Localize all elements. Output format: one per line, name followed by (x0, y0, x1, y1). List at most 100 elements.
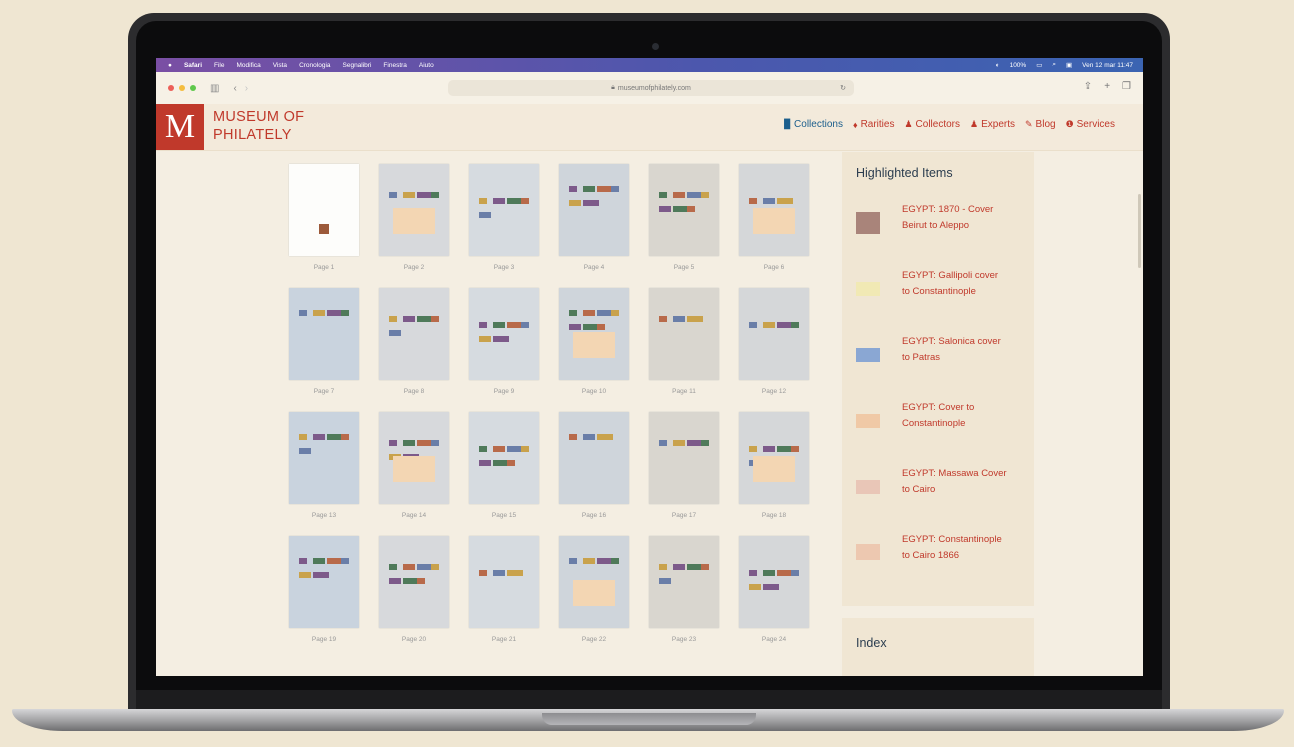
album-page-thumbnail[interactable]: Page 22 (559, 536, 629, 643)
spotlight-icon[interactable]: ⌕ (1052, 61, 1056, 69)
album-page-thumbnail[interactable]: Page 11 (649, 288, 719, 395)
share-icon[interactable]: ⇪ (1084, 81, 1092, 92)
stamp-mark (389, 440, 397, 446)
stamp-mark (701, 192, 709, 198)
menu-item-safari[interactable]: Safari (184, 62, 202, 69)
scrollbar[interactable] (1138, 194, 1141, 268)
nav-collectors[interactable]: ♟ Collectors (904, 119, 960, 130)
stamp-mark (403, 192, 415, 198)
album-page-thumbnail[interactable]: Page 9 (469, 288, 539, 395)
nav-services[interactable]: ❶ Services (1066, 119, 1115, 130)
page-label: Page 5 (673, 264, 695, 271)
page-image (379, 164, 449, 256)
item-thumbnail (856, 480, 880, 494)
nav-experts[interactable]: ♟ Experts (970, 119, 1015, 130)
album-page-thumbnail[interactable]: Page 6 (739, 164, 809, 271)
item-subtitle: to Constantinople (902, 286, 976, 297)
page-label: Page 22 (581, 636, 607, 643)
stamp-mark (673, 440, 685, 446)
highlighted-item[interactable]: EGYPT: Cover to Constantinople (856, 400, 1026, 448)
index-panel: Index (842, 618, 1034, 676)
page-image (649, 164, 719, 256)
screen: ● Safari File Modifica Vista Cronologia … (156, 58, 1143, 676)
stamp-mark (479, 446, 487, 452)
cover-mark (393, 456, 435, 482)
forward-icon[interactable]: › (245, 83, 248, 94)
album-page-thumbnail[interactable]: Page 17 (649, 412, 719, 519)
stamp-mark (389, 564, 397, 570)
laptop-chin (136, 690, 1162, 710)
album-page-thumbnail[interactable]: Page 23 (649, 536, 719, 643)
highlighted-item[interactable]: EGYPT: Constantinople to Cairo 1866 (856, 532, 1026, 580)
nav-blog[interactable]: ✎ Blog (1025, 119, 1056, 130)
menu-item-edit[interactable]: Modifica (237, 62, 261, 69)
reload-icon[interactable]: ↻ (840, 84, 846, 92)
album-page-thumbnail[interactable]: Page 16 (559, 412, 629, 519)
album-page-thumbnail[interactable]: Page 4 (559, 164, 629, 271)
battery-status[interactable]: 100% (1010, 62, 1027, 69)
close-window-button[interactable] (168, 85, 174, 91)
page-image (559, 288, 629, 380)
back-icon[interactable]: ‹ (233, 83, 236, 94)
stamp-mark (493, 336, 509, 342)
highlighted-items-panel: Highlighted Items EGYPT: 1870 - Cover Bei… (842, 152, 1034, 606)
stamp-mark (659, 316, 667, 322)
item-subtitle: Constantinople (902, 418, 966, 429)
apple-menu-icon[interactable]: ● (168, 62, 172, 69)
stamp-mark (749, 584, 761, 590)
highlighted-item[interactable]: EGYPT: Gallipoli cover to Constantinople (856, 268, 1026, 316)
album-page-thumbnail[interactable]: Page 24 (739, 536, 809, 643)
album-page-thumbnail[interactable]: Page 8 (379, 288, 449, 395)
address-bar[interactable]: 🔒︎ museumofphilately.com ↻ (448, 80, 854, 96)
highlighted-item[interactable]: EGYPT: Salonica cover to Patras (856, 334, 1026, 382)
menu-item-help[interactable]: Aiuto (419, 62, 434, 69)
page-image (559, 412, 629, 504)
user-icon: ♟ (904, 119, 913, 129)
new-tab-icon[interactable]: + (1104, 81, 1110, 92)
nav-label: Experts (981, 119, 1015, 130)
display-icon[interactable]: ▣ (1066, 61, 1072, 69)
album-page-thumbnail[interactable]: Page 18 (739, 412, 809, 519)
album-page-thumbnail[interactable]: Page 3 (469, 164, 539, 271)
page-label: Page 6 (763, 264, 785, 271)
index-title[interactable]: Index (856, 636, 887, 650)
album-page-thumbnail[interactable]: Page 7 (289, 288, 359, 395)
control-center-icon[interactable]: ◐ (996, 62, 1000, 69)
stamp-mark (569, 186, 577, 192)
album-page-thumbnail[interactable]: Page 21 (469, 536, 539, 643)
nav-collections[interactable]: ▉ Collections (784, 119, 843, 130)
album-page-thumbnail[interactable]: Page 10 (559, 288, 629, 395)
menu-item-file[interactable]: File (214, 62, 224, 69)
maximize-window-button[interactable] (190, 85, 196, 91)
minimize-window-button[interactable] (179, 85, 185, 91)
album-page-thumbnail[interactable]: Page 14 (379, 412, 449, 519)
tab-overview-icon[interactable]: ❐ (1122, 81, 1131, 92)
menu-item-view[interactable]: Vista (273, 62, 287, 69)
album-page-thumbnail[interactable]: Page 20 (379, 536, 449, 643)
nav-rarities[interactable]: ♦ Rarities (853, 119, 895, 130)
item-thumbnail (856, 348, 880, 362)
menu-item-bookmarks[interactable]: Segnalibri (343, 62, 372, 69)
stamp-mark (403, 564, 415, 570)
stamp-mark (479, 212, 491, 218)
menu-item-history[interactable]: Cronologia (299, 62, 330, 69)
album-page-thumbnail[interactable]: Page 12 (739, 288, 809, 395)
item-title: EGYPT: Gallipoli cover (902, 270, 999, 281)
album-page-thumbnail[interactable]: Page 13 (289, 412, 359, 519)
album-page-thumbnail[interactable]: Page 15 (469, 412, 539, 519)
logo[interactable]: M (156, 104, 204, 150)
album-page-thumbnail[interactable]: Page 19 (289, 536, 359, 643)
album-page-thumbnail[interactable]: Page 5 (649, 164, 719, 271)
highlighted-item[interactable]: EGYPT: Massawa Cover to Cairo (856, 466, 1026, 514)
sidebar-toggle-icon[interactable]: ▥ (210, 83, 219, 94)
stamp-mark (673, 564, 685, 570)
menu-item-window[interactable]: Finestra (383, 62, 406, 69)
album-page-thumbnail[interactable]: Page 1 (289, 164, 359, 271)
page-image (649, 288, 719, 380)
stamp-mark (659, 192, 667, 198)
album-page-thumbnail[interactable]: Page 2 (379, 164, 449, 271)
stamp-mark (791, 322, 799, 328)
clock[interactable]: Ven 12 mar 11:47 (1082, 62, 1133, 69)
highlighted-item[interactable]: EGYPT: 1870 - Cover Beirut to Aleppo (856, 202, 1026, 250)
site-title[interactable]: MUSEUM OF PHILATELY (213, 108, 304, 144)
